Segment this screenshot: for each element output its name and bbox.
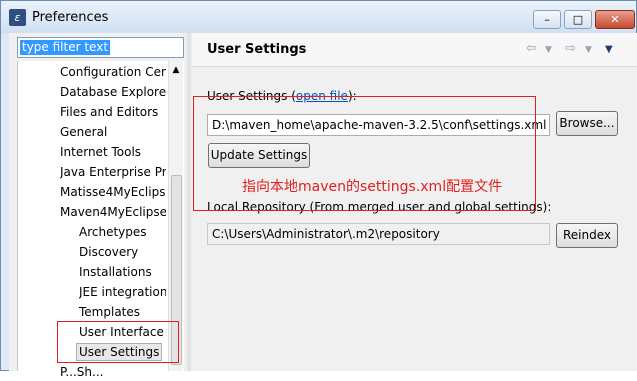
pane-divider[interactable] bbox=[187, 33, 191, 371]
tree-item[interactable]: Installations bbox=[79, 263, 166, 281]
scroll-up-icon[interactable]: ▲ bbox=[169, 65, 183, 75]
tree-item[interactable]: Java Enterprise Pr bbox=[60, 163, 166, 181]
filter-input[interactable]: type filter text bbox=[17, 37, 184, 58]
close-button[interactable]: ✕ bbox=[595, 10, 635, 29]
browse-button[interactable]: Browse... bbox=[556, 111, 618, 136]
tree-item[interactable]: Archetypes bbox=[79, 223, 166, 241]
tree-item[interactable]: Configuration Cent bbox=[60, 63, 166, 81]
tree-item[interactable]: P...Sh... bbox=[60, 363, 166, 381]
title-bar: ε Preferences – □ ✕ bbox=[1, 1, 636, 34]
tree-item[interactable]: Database Explorer bbox=[60, 83, 166, 101]
eclipse-app-icon: ε bbox=[9, 9, 26, 26]
minimize-button[interactable]: – bbox=[533, 10, 561, 29]
tree-item[interactable]: Maven4MyEclipse bbox=[60, 203, 166, 221]
forward-menu-icon[interactable]: ▼ bbox=[585, 45, 592, 55]
local-repository-input: C:\Users\Administrator\.m2\repository bbox=[207, 223, 550, 245]
tree-item[interactable]: Files and Editors bbox=[60, 103, 166, 121]
tree-item[interactable]: Internet Tools bbox=[60, 143, 166, 161]
filter-text: type filter text bbox=[20, 40, 111, 55]
tree-item[interactable]: Templates bbox=[79, 303, 166, 321]
page-header: User Settings ⇦ ▼ ⇨ ▼ ▼ bbox=[192, 33, 637, 67]
maximize-button[interactable]: □ bbox=[564, 10, 592, 29]
back-icon[interactable]: ⇦ bbox=[526, 41, 537, 56]
back-menu-icon[interactable]: ▼ bbox=[545, 45, 552, 55]
annotation-box-tree bbox=[57, 321, 179, 363]
tree-item[interactable]: General bbox=[60, 123, 166, 141]
tree-item[interactable]: Matisse4MyEclipse bbox=[60, 183, 166, 201]
view-menu-icon[interactable]: ▼ bbox=[605, 44, 613, 55]
page-title: User Settings bbox=[207, 42, 307, 57]
tree-item[interactable]: Discovery bbox=[79, 243, 166, 261]
tree-item[interactable]: JEE integration bbox=[79, 283, 166, 301]
forward-icon[interactable]: ⇨ bbox=[565, 41, 576, 56]
reindex-button[interactable]: Reindex bbox=[556, 223, 618, 248]
window-title: Preferences bbox=[32, 10, 109, 25]
annotation-text: 指向本地maven的settings.xml配置文件 bbox=[242, 179, 503, 195]
